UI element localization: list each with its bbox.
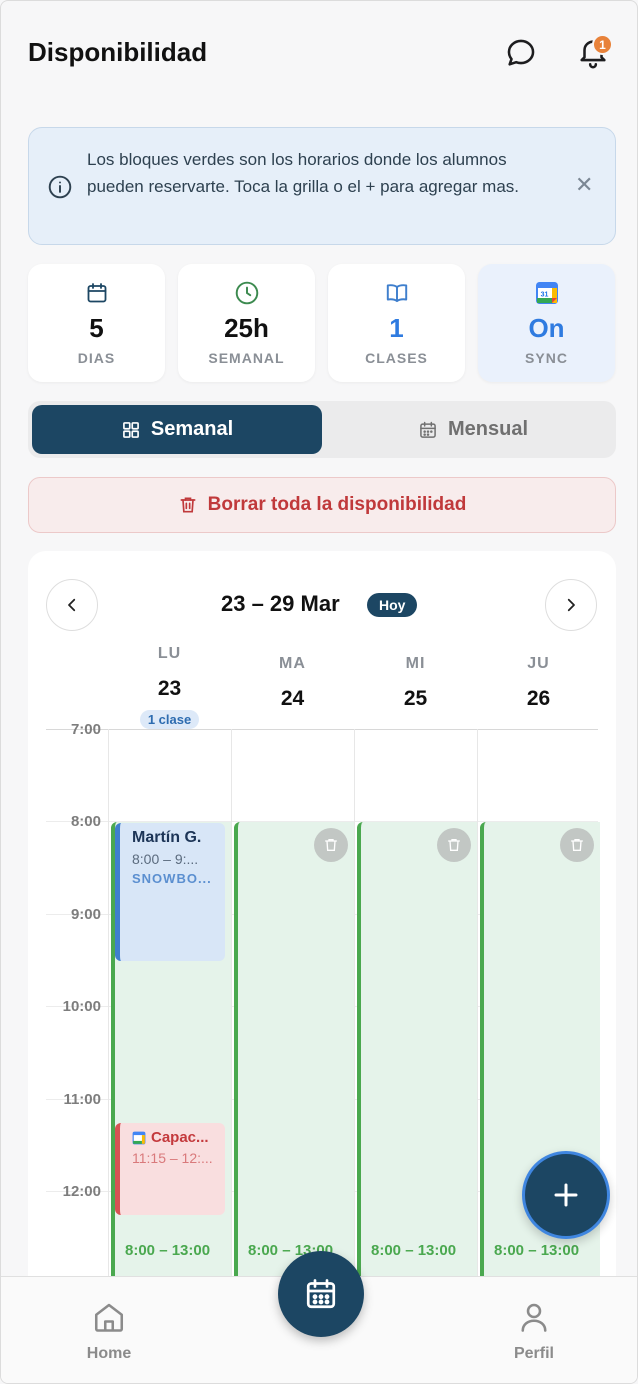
calendar-icon (420, 421, 436, 438)
stat-sync[interactable]: 31 On SYNC (478, 264, 615, 382)
tab-monthly[interactable]: Mensual (334, 405, 612, 454)
today-button[interactable]: Hoy (367, 593, 418, 617)
app-screen: Disponibilidad 1 Los bloques verdes son … (0, 0, 638, 1384)
google-calendar-event-card[interactable]: Capac... 11:15 – 12:... (115, 1123, 225, 1215)
event-student-name: Martín G. (132, 829, 202, 846)
event-title: Capac... (151, 1129, 209, 1146)
day-header-thu[interactable]: JU 26 (477, 655, 600, 711)
time-label: 10:00 (62, 998, 101, 1015)
google-calendar-icon: 31 (535, 280, 559, 306)
day-number: 26 (526, 687, 551, 710)
calendar-icon (306, 1279, 336, 1309)
availability-block[interactable]: 8:00 – 13:00 (234, 822, 354, 1311)
day-name: LU (157, 645, 182, 662)
page-title: Disponibilidad (28, 37, 208, 67)
day-divider (231, 729, 232, 1311)
tab-weekly-label: Semanal (150, 418, 234, 440)
stat-label: SYNC (525, 350, 568, 366)
stat-days: 5 DIAS (28, 264, 165, 382)
plus-icon (554, 1183, 578, 1207)
chevron-left-icon (68, 598, 76, 612)
day-divider (477, 729, 478, 1311)
availability-time: 8:00 – 13:00 (125, 1242, 211, 1259)
hour-line (46, 729, 598, 730)
week-range: 23 – 29 Mar (221, 591, 340, 616)
time-label: 9:00 (70, 906, 101, 923)
tab-weekly[interactable]: Semanal (32, 405, 322, 454)
svg-text:31: 31 (540, 292, 548, 299)
day-number: 24 (280, 687, 305, 710)
header: Disponibilidad 1 (1, 1, 637, 111)
event-time: 8:00 – 9:... (132, 851, 199, 867)
calendar-icon (85, 280, 109, 306)
google-calendar-icon (132, 1131, 146, 1144)
notifications-bell-icon[interactable]: 1 (573, 33, 613, 73)
trash-icon (325, 839, 337, 851)
day-number: 25 (403, 687, 428, 710)
book-icon (384, 280, 410, 306)
stat-label: DIAS (77, 350, 116, 366)
stat-value: 1 (389, 313, 404, 343)
event-time: 11:15 – 12:... (132, 1150, 213, 1166)
home-icon (94, 1303, 124, 1332)
stat-weekly-hours: 25h SEMANAL (178, 264, 315, 382)
time-label: 12:00 (62, 1183, 101, 1200)
delete-block-button[interactable] (437, 828, 471, 862)
availability-block[interactable]: 8:00 – 13:00 (480, 822, 600, 1311)
class-count-badge: 1 clase (139, 710, 200, 729)
stat-label: SEMANAL (208, 350, 285, 366)
class-event-card[interactable]: Martín G. 8:00 – 9:... SNOWBO... (115, 823, 225, 961)
time-label: 8:00 (70, 813, 101, 830)
day-name: MA (279, 655, 306, 672)
day-divider (108, 729, 109, 1311)
notification-badge: 1 (592, 34, 613, 55)
tab-home-label: Home (86, 1345, 132, 1362)
availability-time: 8:00 – 13:00 (494, 1242, 580, 1259)
tab-profile-label: Perfil (513, 1345, 554, 1362)
grid-icon (122, 421, 139, 438)
day-name: JU (527, 655, 550, 672)
chat-icon[interactable] (501, 33, 541, 73)
info-icon (47, 174, 73, 205)
stat-classes: 1 CLASES (328, 264, 465, 382)
stat-value: On (528, 313, 565, 343)
availability-block[interactable]: 8:00 – 13:00 (357, 822, 477, 1311)
schedule-grid[interactable]: 7:00 8:00 9:00 10:00 11:00 12:00 8:00 – … (28, 721, 616, 1311)
day-header-wed[interactable]: MI 25 (354, 655, 477, 711)
day-name: MI (405, 655, 426, 672)
view-toggle: Semanal Mensual (28, 401, 616, 458)
day-divider (354, 729, 355, 1311)
close-icon[interactable]: ✕ (575, 174, 593, 196)
availability-time: 8:00 – 13:00 (371, 1242, 457, 1259)
chevron-right-icon (567, 598, 575, 612)
user-icon (521, 1303, 547, 1332)
time-label: 7:00 (70, 721, 101, 738)
clear-availability-label: Borrar toda la disponibilidad (207, 494, 467, 515)
info-banner-text: Los bloques verdes son los horarios dond… (87, 150, 520, 196)
tab-monthly-label: Mensual (447, 418, 529, 440)
trash-icon (448, 839, 460, 851)
clock-icon (234, 280, 260, 306)
stat-label: CLASES (365, 350, 428, 366)
clear-availability-button[interactable]: Borrar toda la disponibilidad (28, 477, 616, 533)
prev-week-button[interactable] (46, 579, 98, 631)
stat-value: 25h (224, 313, 269, 343)
day-header-mon[interactable]: LU 23 1 clase (108, 645, 231, 729)
time-label: 11:00 (63, 1091, 101, 1108)
delete-block-button[interactable] (560, 828, 594, 862)
calendar-tab-button[interactable] (278, 1251, 364, 1337)
day-number: 23 (157, 677, 182, 700)
trash-icon (571, 839, 583, 851)
tab-home[interactable]: Home (64, 1299, 154, 1363)
trash-icon (180, 497, 196, 513)
event-type: SNOWBO... (132, 871, 212, 886)
stat-value: 5 (89, 313, 104, 343)
next-week-button[interactable] (545, 579, 597, 631)
day-header-tue[interactable]: MA 24 (231, 655, 354, 711)
tab-profile[interactable]: Perfil (489, 1299, 579, 1363)
delete-block-button[interactable] (314, 828, 348, 862)
add-availability-button[interactable] (522, 1151, 610, 1239)
